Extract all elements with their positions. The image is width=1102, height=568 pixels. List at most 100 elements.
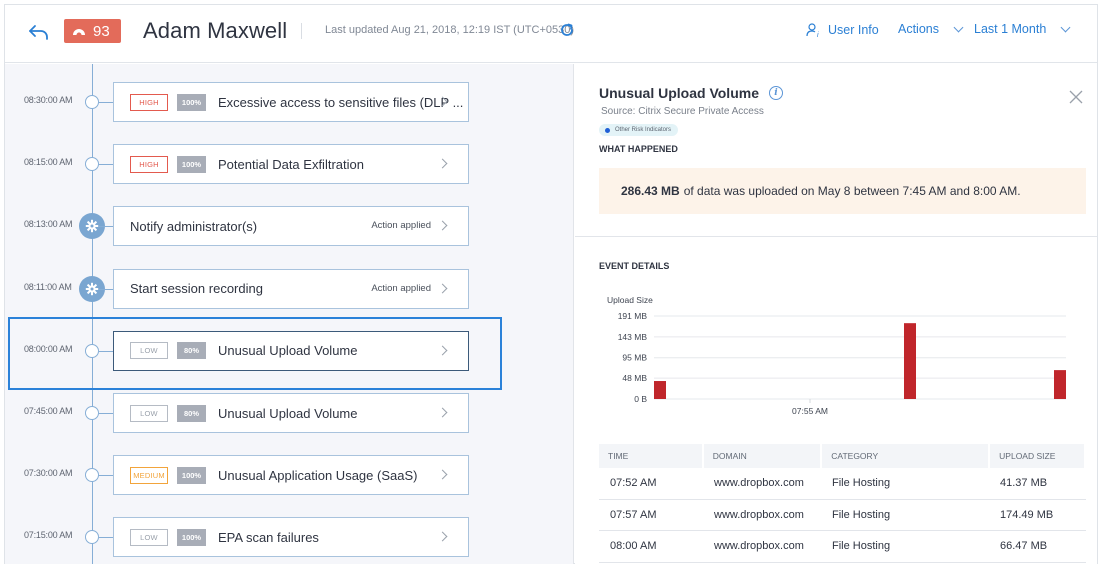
refresh-icon xyxy=(561,23,573,36)
card-title: Start session recording xyxy=(130,281,263,297)
y-tick-label: 48 MB xyxy=(622,373,647,383)
severity-badge: LOW xyxy=(130,342,168,360)
confidence-badge: 100% xyxy=(177,466,206,484)
timeline-time: 08:00:00 AM xyxy=(24,343,73,354)
timeline-item: 08:15:00 AM HIGH 100% Potential Data Exfilt… xyxy=(5,144,573,185)
detail-title: Unusual Upload Volume i xyxy=(599,85,783,101)
category-tag-label: Other Risk Indicators xyxy=(615,127,672,133)
column-header-upload-size[interactable]: UPLOAD SIZE xyxy=(990,444,1084,468)
time-range-label: Last 1 Month xyxy=(974,22,1047,36)
chevron-right-icon xyxy=(437,469,448,480)
confidence-badge: 80% xyxy=(177,404,206,422)
actions-dropdown[interactable]: Actions xyxy=(898,22,964,36)
timeline-connector xyxy=(99,102,113,103)
card-title: Unusual Upload Volume xyxy=(218,405,358,421)
column-header-time[interactable]: TIME xyxy=(599,444,702,468)
timeline-item: 08:30:00 AM HIGH 100% Excessive access to s… xyxy=(5,82,573,122)
tag-dot-icon xyxy=(605,127,610,133)
info-icon[interactable]: i xyxy=(768,86,783,100)
timeline-time: 08:30:00 AM xyxy=(24,95,73,105)
svg-text:i: i xyxy=(817,32,819,38)
back-arrow-icon xyxy=(29,25,48,40)
confidence-badge: 100% xyxy=(177,528,206,546)
chart-canvas: Upload Size 0 B 48 MB 95 MB 143 MB 191 MB 07:5… xyxy=(607,295,1066,416)
chevron-right-icon xyxy=(437,531,448,542)
y-tick-label: 191 MB xyxy=(618,311,648,321)
confidence-badge: 100% xyxy=(177,93,206,111)
user-name: Adam Maxwell xyxy=(143,18,288,43)
summary-text: of data was uploaded on May 8 between 7:… xyxy=(683,184,1021,198)
timeline-connector xyxy=(99,164,113,166)
events-table: TIME DOMAIN CATEGORY UPLOAD SIZE 07:52 A… xyxy=(599,444,1086,563)
chevron-right-icon xyxy=(437,158,448,169)
close-button[interactable] xyxy=(1069,90,1083,104)
risk-score-value: 93 xyxy=(93,22,110,40)
what-happened-summary: 286.43 MB of data was uploaded on May 8 … xyxy=(599,168,1086,214)
timeline-item: 07:45:00 AM LOW 80% Unusual Upload Volume xyxy=(5,393,573,433)
cell-upload-size: 66.47 MB xyxy=(1000,540,1048,553)
card-title: Notify administrator(s) xyxy=(130,218,258,234)
timeline-item: 07:30:00 AM MEDIUM 100% Unusual Application… xyxy=(5,455,573,496)
cell-time: 07:52 AM xyxy=(610,477,657,490)
card-title: Excessive access to sensitive files (DLP… xyxy=(218,94,464,110)
refresh-button[interactable] xyxy=(559,22,575,38)
cell-category: File Hosting xyxy=(832,540,891,553)
timeline-connector xyxy=(99,413,113,414)
timeline-dot-icon xyxy=(85,468,99,483)
cell-category: File Hosting xyxy=(832,477,891,490)
timeline-dot-icon xyxy=(85,95,99,109)
timeline-card[interactable]: LOW 80% Unusual Upload Volume xyxy=(113,393,469,433)
cell-domain: www.dropbox.com xyxy=(714,477,804,490)
timeline-item: 08:11:00 AM Start session recording Action… xyxy=(5,268,573,309)
column-header-domain[interactable]: DOMAIN xyxy=(703,444,821,468)
y-tick-label: 95 MB xyxy=(622,353,647,363)
event-details-heading: EVENT DETAILS xyxy=(599,261,670,271)
timeline-connector xyxy=(99,350,113,352)
chevron-down-icon xyxy=(953,22,964,32)
timeline-connector xyxy=(99,537,113,539)
severity-badge: HIGH xyxy=(130,155,168,173)
card-title: Unusual Application Usage (SaaS) xyxy=(218,467,418,483)
header-divider xyxy=(301,23,302,39)
timeline-time: 08:15:00 AM xyxy=(24,157,73,168)
summary-amount: 286.43 MB xyxy=(621,184,680,198)
timeline-card[interactable]: Start session recording Action applied xyxy=(113,268,469,309)
timeline-card[interactable]: LOW 80% Unusual Upload Volume xyxy=(113,330,469,371)
detail-source: Source: Citrix Secure Private Access xyxy=(601,106,764,117)
timeline-card[interactable]: HIGH 100% Excessive access to sensitive fi… xyxy=(113,82,469,122)
actions-label: Actions xyxy=(898,22,939,36)
back-button[interactable] xyxy=(27,21,51,43)
timeline-card[interactable]: Notify administrator(s) Action applied xyxy=(113,206,469,247)
chevron-down-icon xyxy=(1060,22,1071,32)
confidence-badge: 80% xyxy=(177,342,206,360)
timeline-card[interactable]: HIGH 100% Potential Data Exfiltration xyxy=(113,144,469,185)
action-status: Action applied xyxy=(371,220,431,232)
timeline-card[interactable]: LOW 100% EPA scan failures xyxy=(113,517,469,558)
upload-bar xyxy=(904,323,916,399)
column-header-category[interactable]: CATEGORY xyxy=(822,444,989,468)
y-tick-label: 143 MB xyxy=(618,332,648,342)
timeline-time: 07:30:00 AM xyxy=(24,468,73,479)
risk-score-badge: 93 xyxy=(64,19,121,43)
timeline-dot-icon xyxy=(85,530,99,545)
chevron-right-icon xyxy=(437,345,448,356)
timeline-dot-icon xyxy=(85,343,99,358)
user-info-button[interactable]: i User Info xyxy=(806,22,879,38)
table-row: 07:57 AM www.dropbox.com File Hosting 17… xyxy=(599,500,1086,531)
timeline-card[interactable]: MEDIUM 100% Unusual Application Usage (Saa… xyxy=(113,455,469,496)
action-status: Action applied xyxy=(371,282,431,294)
confidence-badge: 100% xyxy=(177,155,206,173)
table-row: 07:52 AM www.dropbox.com File Hosting 41… xyxy=(599,468,1086,500)
upload-size-chart: Upload Size 0 B 48 MB 95 MB 143 MB 191 MB 07:5… xyxy=(599,289,1079,419)
timeline-time: 08:11:00 AM xyxy=(24,281,72,292)
upload-bar xyxy=(654,381,666,399)
y-axis-label: Upload Size xyxy=(607,295,653,305)
gauge-icon xyxy=(73,28,85,35)
cell-domain: www.dropbox.com xyxy=(714,508,804,521)
x-tick-label: 07:55 AM xyxy=(792,406,828,416)
chevron-right-icon xyxy=(437,283,448,294)
cell-category: File Hosting xyxy=(832,508,891,521)
app-window: 93 Adam Maxwell Last updated Aug 21, 201… xyxy=(4,4,1098,564)
cell-upload-size: 174.49 MB xyxy=(1000,508,1054,521)
time-range-dropdown[interactable]: Last 1 Month xyxy=(974,22,1071,36)
